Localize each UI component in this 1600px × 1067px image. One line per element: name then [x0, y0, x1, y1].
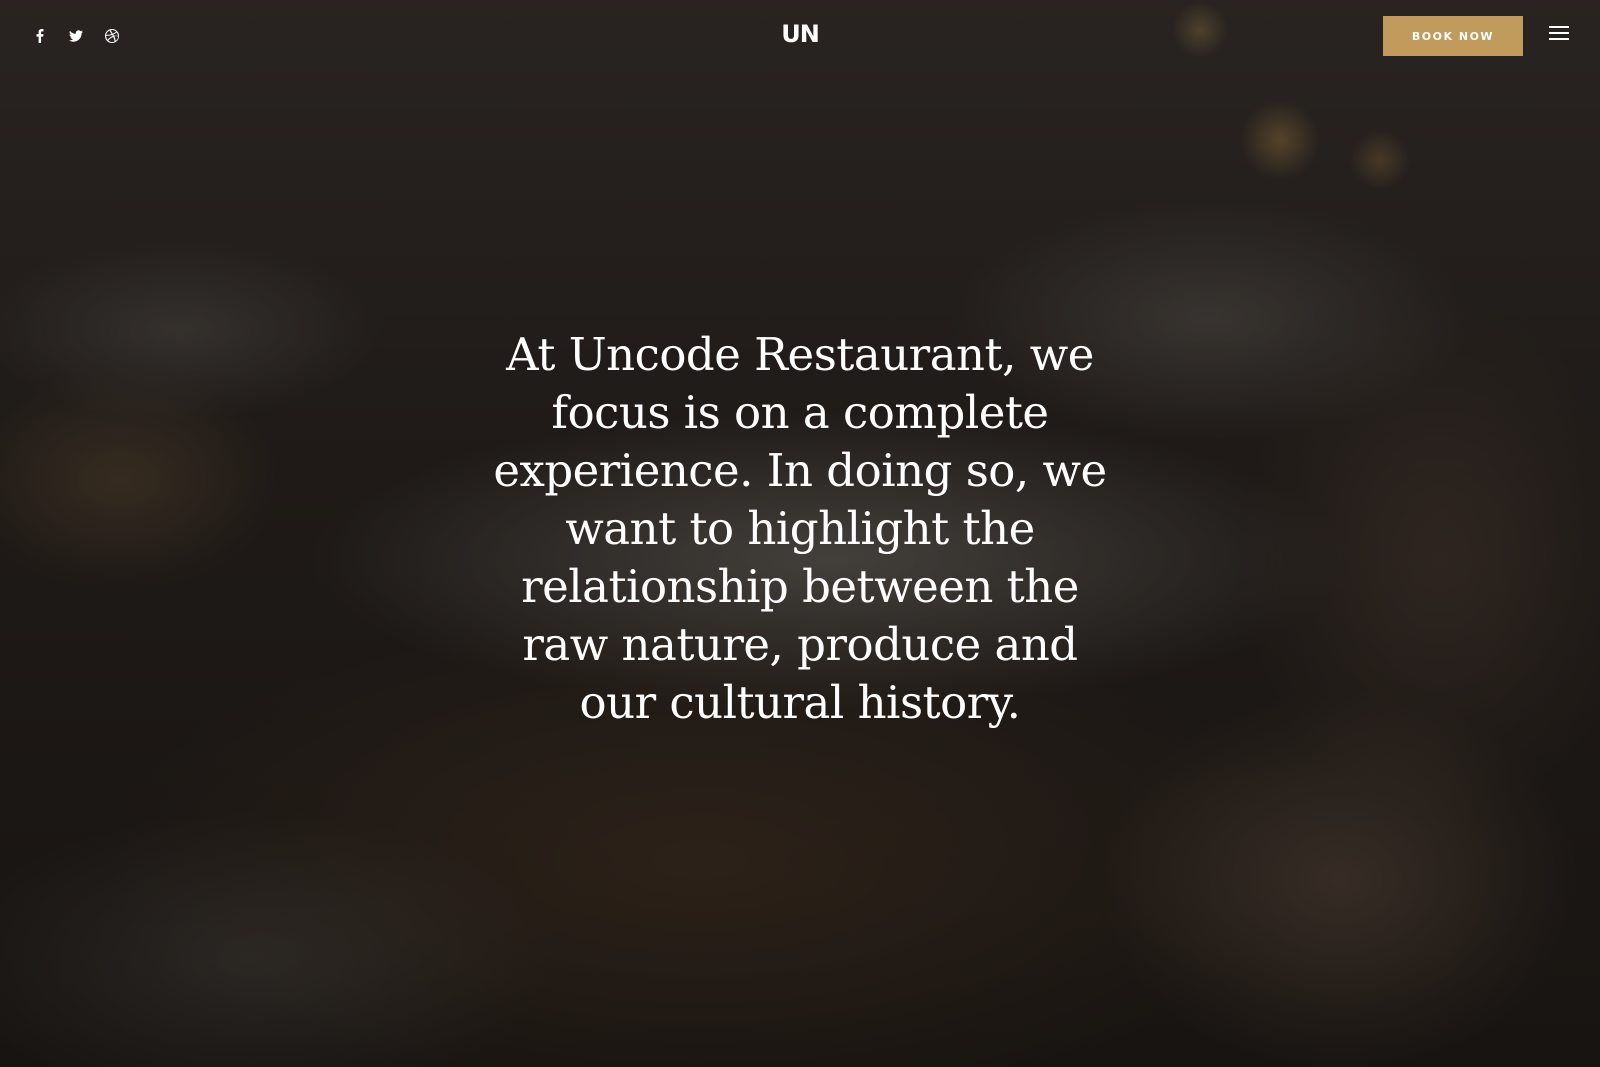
hero-intro-text: At Uncode Restaurant, we focus is on a c… — [493, 328, 1107, 729]
site-logo[interactable]: UN — [781, 20, 820, 48]
hamburger-menu-icon[interactable] — [1549, 26, 1571, 46]
social-links — [30, 26, 122, 46]
page: UN BOOK NOW At Uncode Restaurant, we foc… — [0, 0, 1600, 1067]
twitter-icon[interactable] — [66, 26, 86, 46]
book-now-button[interactable]: BOOK NOW — [1383, 16, 1523, 56]
dribbble-icon[interactable] — [102, 26, 122, 46]
site-header: UN BOOK NOW — [0, 0, 1600, 72]
facebook-icon[interactable] — [30, 26, 50, 46]
